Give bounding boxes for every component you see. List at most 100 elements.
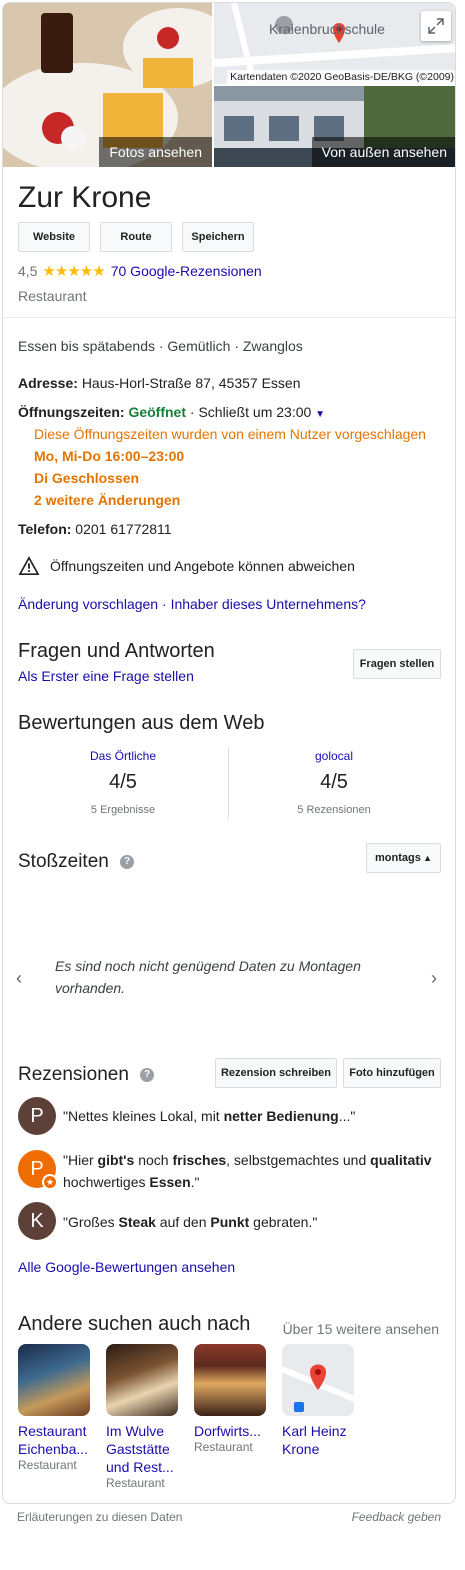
chevron-right-icon[interactable]: › (431, 968, 437, 989)
phone-row: Telefon: 0201 61772811 (18, 519, 172, 539)
outside-caption[interactable]: Von außen ansehen (311, 137, 455, 167)
web-review-source[interactable]: golocal (234, 749, 434, 763)
review-snippet[interactable]: "Hier gibt's noch frisches, selbstgemach… (63, 1149, 443, 1193)
all-reviews-link[interactable]: Alle Google-Bewertungen ansehen (18, 1257, 235, 1277)
ask-question-button[interactable]: Fragen stellen (353, 649, 441, 679)
web-review-golocal[interactable]: golocal 4/5 5 Rezensionen (234, 749, 434, 816)
help-icon[interactable]: ? (140, 1067, 155, 1082)
popular-times-message: Es sind noch nicht genügend Daten zu Mon… (55, 958, 361, 996)
business-name: Zur Krone (18, 181, 152, 214)
day-select[interactable]: montags ▲ (366, 843, 441, 873)
website-button[interactable]: Website (18, 222, 90, 252)
qa-title: Fragen und Antworten (18, 640, 215, 662)
web-review-score: 4/5 (320, 771, 348, 793)
suggest-edit-link[interactable]: Änderung vorschlagen (18, 596, 158, 612)
related-map-thumbnail[interactable] (282, 1344, 354, 1416)
related-name[interactable]: Restaurant Eichenba... (18, 1422, 92, 1458)
address-row: Adresse: Haus-Horl-Straße 87, 45357 Esse… (18, 373, 300, 393)
popular-times-title: Stoßzeiten ? (18, 851, 135, 873)
web-review-oertliche[interactable]: Das Örtliche 4/5 5 Ergebnisse (23, 749, 223, 816)
web-review-count: 5 Rezensionen (297, 804, 371, 816)
address-label: Adresse: (18, 375, 78, 391)
map-credit: Kartendaten ©2020 GeoBasis-DE/BKG (©2009… (227, 70, 455, 84)
hours-closes: · Schließt um 23:00 (186, 404, 312, 420)
edit-links: Änderung vorschlagen · Inhaber dieses Un… (18, 594, 366, 614)
related-item[interactable]: Restaurant Eichenba... Restaurant (18, 1344, 92, 1472)
expand-map-button[interactable] (421, 11, 451, 41)
hours-mo-do: Mo, Mi-Do 16:00–23:00 (34, 448, 185, 464)
avatar-initial: P (30, 1158, 44, 1180)
separator-dot: · (162, 596, 167, 612)
hours-status: Geöffnet (128, 404, 186, 420)
knowledge-panel: Fotos ansehen Kraienbruchschule Kartenda… (2, 2, 456, 1504)
save-button[interactable]: Speichern (182, 222, 254, 252)
related-type: Restaurant (106, 1476, 165, 1490)
related-thumbnail[interactable] (194, 1344, 266, 1416)
warning-icon (18, 556, 40, 575)
phone-label: Telefon: (18, 521, 72, 537)
hours-suggested-note: Diese Öffnungszeiten wurden von einem Nu… (34, 426, 426, 442)
food-photo[interactable]: Fotos ansehen (3, 3, 212, 167)
review-snippet[interactable]: "Großes Steak auf den Punkt gebraten." (63, 1212, 443, 1232)
warning-text: Öffnungszeiten und Angebote können abwei… (50, 558, 355, 574)
web-review-score: 4/5 (109, 771, 137, 793)
related-name[interactable]: Karl Heinz Krone (282, 1422, 356, 1458)
select-arrows-icon: ▲ (423, 853, 432, 863)
write-review-button[interactable]: Rezension schreiben (215, 1058, 337, 1088)
street-view-photo[interactable]: Von außen ansehen (214, 86, 455, 167)
review-snippet[interactable]: "Nettes kleines Lokal, mit netter Bedien… (63, 1106, 443, 1126)
help-icon[interactable]: ? (120, 854, 135, 869)
web-reviews-title: Bewertungen aus dem Web (18, 712, 265, 734)
expand-icon (428, 18, 444, 34)
rating-row: 4,5 ★★★★★ 70 Google-Rezensionen (18, 262, 262, 280)
related-thumbnail[interactable] (106, 1344, 178, 1416)
divider (3, 317, 455, 318)
map-thumbnail[interactable]: Kraienbruchschule Kartendaten ©2020 GeoB… (214, 3, 455, 84)
hero-images: Fotos ansehen Kraienbruchschule Kartenda… (3, 3, 455, 167)
rating-value: 4,5 (18, 263, 38, 279)
related-type: Restaurant (18, 1458, 77, 1472)
reviews-label: Rezensionen (18, 1064, 129, 1085)
star-rating-icon: ★★★★★ (42, 263, 105, 280)
photos-caption[interactable]: Fotos ansehen (99, 137, 212, 167)
web-review-source[interactable]: Das Örtliche (23, 749, 223, 763)
related-thumbnail[interactable] (18, 1344, 90, 1416)
route-button[interactable]: Route (100, 222, 172, 252)
business-category: Restaurant (18, 288, 87, 304)
hours-di: Di Geschlossen (34, 470, 140, 486)
warning-row: Öffnungszeiten und Angebote können abwei… (18, 556, 355, 576)
related-type: Restaurant (194, 1440, 253, 1454)
web-review-count: 5 Ergebnisse (90, 804, 156, 816)
add-photo-button[interactable]: Foto hinzufügen (343, 1058, 441, 1088)
chevron-left-icon[interactable]: ‹ (16, 968, 22, 989)
related-item[interactable]: Im Wulve Gaststätte und Rest... Restaurant (106, 1344, 180, 1490)
local-guide-badge-icon: ★ (42, 1174, 58, 1190)
chevron-down-icon[interactable]: ▼ (315, 409, 325, 420)
see-more-link[interactable]: Über 15 weitere ansehen (283, 1319, 439, 1339)
avatar[interactable]: K (18, 1202, 56, 1240)
map-place-label: Kraienbruchschule (269, 21, 385, 37)
related-title: Andere suchen auch nach (18, 1313, 251, 1335)
popular-times-label: Stoßzeiten (18, 851, 109, 872)
ask-first-link[interactable]: Als Erster eine Frage stellen (18, 666, 194, 686)
related-name[interactable]: Im Wulve Gaststätte und Rest... (106, 1422, 180, 1476)
owner-link[interactable]: Inhaber dieses Unternehmens? (171, 596, 366, 612)
related-item[interactable]: Dorfwirts... Restaurant (194, 1344, 268, 1454)
avatar[interactable]: P ★ (18, 1150, 58, 1190)
related-item[interactable]: Karl Heinz Krone (282, 1344, 356, 1458)
phone-value[interactable]: 0201 61772811 (75, 521, 171, 537)
data-explanations-link[interactable]: Erläuterungen zu diesen Daten (17, 1510, 182, 1524)
map-pin-icon (282, 1364, 354, 1412)
divider (228, 747, 229, 819)
hours-label: Öffnungszeiten: (18, 404, 125, 420)
feedback-link[interactable]: Feedback geben (352, 1510, 441, 1524)
google-reviews-link[interactable]: 70 Google-Rezensionen (111, 263, 262, 279)
avatar[interactable]: P (18, 1097, 56, 1135)
hours-more-changes[interactable]: 2 weitere Änderungen (34, 490, 180, 510)
reviews-title: Rezensionen ? (18, 1064, 155, 1086)
day-select-value: montags (375, 852, 421, 864)
business-attributes: Essen bis spätabends · Gemütlich · Zwang… (18, 338, 303, 354)
hours-row[interactable]: Öffnungszeiten: Geöffnet · Schließt um 2… (18, 402, 325, 425)
address-value[interactable]: Haus-Horl-Straße 87, 45357 Essen (82, 375, 301, 391)
related-name[interactable]: Dorfwirts... (194, 1422, 268, 1440)
